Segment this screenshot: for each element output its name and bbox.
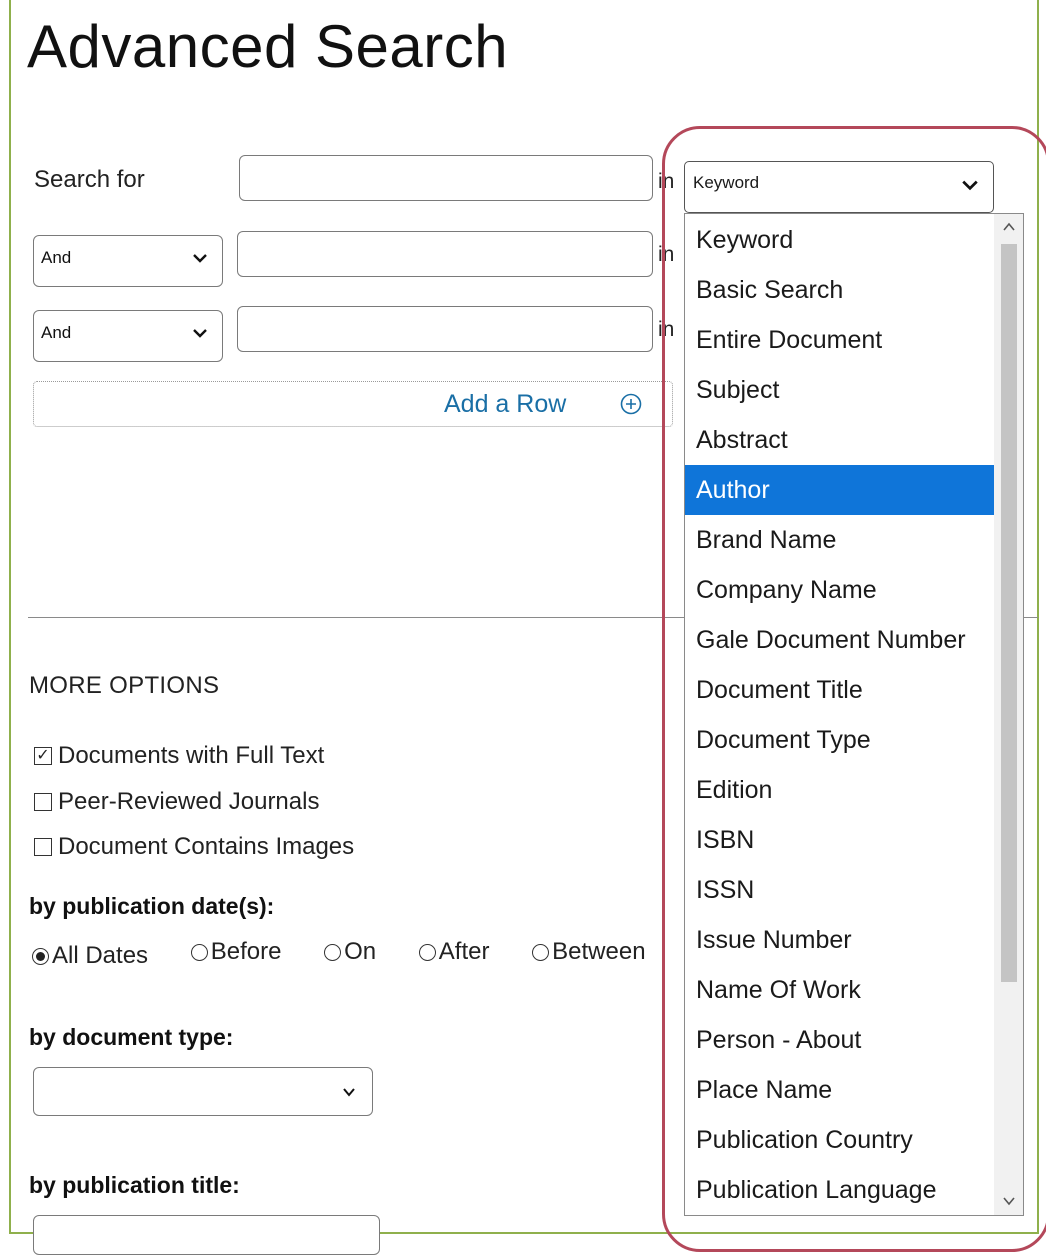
- dropdown-option[interactable]: Gale Document Number: [685, 615, 994, 665]
- in-label-2: in: [658, 243, 675, 266]
- radio-all-dates[interactable]: All Dates: [32, 942, 148, 970]
- chevron-down-icon: [962, 180, 978, 191]
- in-label-3: in: [658, 318, 675, 341]
- date-radio-group: All Dates Before On After Between: [32, 938, 682, 970]
- chevron-down-icon: [193, 254, 207, 263]
- checkbox-label: Peer-Reviewed Journals: [58, 788, 320, 815]
- radio-label: All Dates: [52, 942, 149, 969]
- radio-between[interactable]: Between: [532, 938, 646, 966]
- scrollbar-thumb[interactable]: [1001, 244, 1017, 982]
- radio-selected-icon[interactable]: [32, 947, 49, 965]
- dropdown-option[interactable]: Edition: [685, 765, 994, 815]
- dropdown-option[interactable]: Keyword: [685, 215, 994, 265]
- in-label-1: in: [658, 170, 675, 193]
- radio-icon[interactable]: [324, 943, 342, 961]
- checkbox-checked-icon[interactable]: ✓: [34, 747, 52, 765]
- radio-label: On: [344, 938, 377, 965]
- operator-select-3[interactable]: And: [33, 310, 223, 362]
- chevron-down-icon: [193, 329, 207, 338]
- checkbox-icon[interactable]: [34, 838, 52, 856]
- pub-title-heading: by publication title:: [29, 1172, 240, 1198]
- radio-after[interactable]: After: [418, 938, 490, 966]
- chevron-down-icon: [343, 1088, 355, 1097]
- checkbox-label: Documents with Full Text: [58, 742, 325, 769]
- radio-icon[interactable]: [418, 943, 436, 961]
- dropdown-option[interactable]: Brand Name: [685, 515, 994, 565]
- dropdown-option[interactable]: Basic Search: [685, 265, 994, 315]
- checkbox-peer-reviewed[interactable]: Peer-Reviewed Journals: [34, 788, 319, 816]
- add-row-button[interactable]: Add a Row: [33, 381, 673, 427]
- checkbox-contains-images[interactable]: Document Contains Images: [34, 833, 354, 861]
- more-options-heading: MORE OPTIONS: [29, 672, 220, 699]
- radio-before[interactable]: Before: [190, 938, 282, 966]
- radio-icon[interactable]: [532, 943, 550, 961]
- dropdown-option[interactable]: Publication Country: [685, 1115, 994, 1165]
- search-for-label: Search for: [34, 166, 145, 193]
- operator-value: And: [41, 248, 72, 267]
- dropdown-option[interactable]: Document Type: [685, 715, 994, 765]
- field-dropdown-list[interactable]: Keyword Basic Search Entire Document Sub…: [684, 213, 1024, 1216]
- dropdown-scrollbar[interactable]: [994, 214, 1023, 1215]
- radio-on[interactable]: On: [324, 938, 376, 966]
- dropdown-option[interactable]: Publication Language: [685, 1165, 994, 1215]
- checkbox-icon[interactable]: [34, 793, 52, 811]
- pub-title-input[interactable]: [33, 1215, 380, 1255]
- add-row-label: Add a Row: [444, 390, 567, 418]
- radio-label: Between: [552, 938, 646, 965]
- doc-type-heading: by document type:: [29, 1024, 234, 1050]
- dropdown-option[interactable]: Entire Document: [685, 315, 994, 365]
- dropdown-option-highlighted[interactable]: Author: [685, 465, 994, 515]
- dropdown-option[interactable]: ISSN: [685, 865, 994, 915]
- scroll-down-arrow-icon[interactable]: [1003, 1196, 1015, 1206]
- plus-circle-icon: [620, 393, 642, 415]
- checkbox-full-text[interactable]: ✓ Documents with Full Text: [34, 742, 324, 770]
- dropdown-option[interactable]: Person - About: [685, 1015, 994, 1065]
- pub-date-heading: by publication date(s):: [29, 893, 275, 919]
- dropdown-option[interactable]: Subject: [685, 365, 994, 415]
- field-select-value: Keyword: [693, 173, 760, 192]
- scroll-up-arrow-icon[interactable]: [1003, 222, 1015, 232]
- operator-select-2[interactable]: And: [33, 235, 223, 287]
- radio-label: Before: [210, 938, 282, 965]
- dropdown-option[interactable]: Issue Number: [685, 915, 994, 965]
- dropdown-option[interactable]: ISBN: [685, 815, 994, 865]
- dropdown-option[interactable]: Company Name: [685, 565, 994, 615]
- search-input-3[interactable]: [237, 306, 653, 352]
- dropdown-option[interactable]: Document Title: [685, 665, 994, 715]
- field-select-1[interactable]: Keyword: [684, 161, 994, 213]
- dropdown-option[interactable]: Abstract: [685, 415, 994, 465]
- checkbox-label: Document Contains Images: [58, 833, 355, 860]
- radio-icon[interactable]: [190, 943, 208, 961]
- page-title: Advanced Search: [27, 13, 509, 80]
- search-input-1[interactable]: [239, 155, 653, 201]
- search-input-2[interactable]: [237, 231, 653, 277]
- operator-value: And: [41, 323, 72, 342]
- dropdown-option[interactable]: Name Of Work: [685, 965, 994, 1015]
- doc-type-select[interactable]: [33, 1067, 373, 1116]
- radio-label: After: [438, 938, 490, 965]
- dropdown-option[interactable]: Place Name: [685, 1065, 994, 1115]
